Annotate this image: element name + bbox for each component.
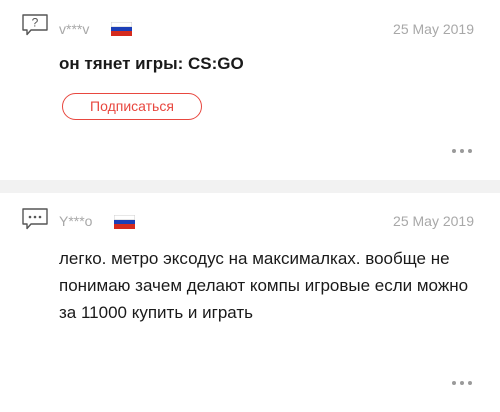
question-date: 25 May 2019 <box>393 21 474 37</box>
question-text: он тянет игры: CS:GO <box>59 54 244 73</box>
subscribe-button[interactable]: Подписаться <box>62 93 202 120</box>
answer-text: легко. метро эксодус на максималках. воо… <box>59 249 469 322</box>
russia-flag-icon <box>111 22 132 36</box>
answer-bubble-icon <box>22 208 48 230</box>
question-username: v***v <box>59 21 90 37</box>
svg-text:?: ? <box>32 16 39 30</box>
question-more-icon[interactable] <box>452 146 474 156</box>
russia-flag-icon <box>114 215 135 229</box>
answer-username: Y***o <box>59 213 93 229</box>
answer-more-icon[interactable] <box>452 378 474 388</box>
question-bubble-icon: ? <box>22 14 48 36</box>
card-separator <box>0 180 500 193</box>
answer-date: 25 May 2019 <box>393 213 474 229</box>
question-card: ? v***v 25 May 2019 он тянет игры: CS:GO… <box>0 0 500 180</box>
answer-card: Y***o 25 May 2019 легко. метро эксодус н… <box>0 193 500 412</box>
